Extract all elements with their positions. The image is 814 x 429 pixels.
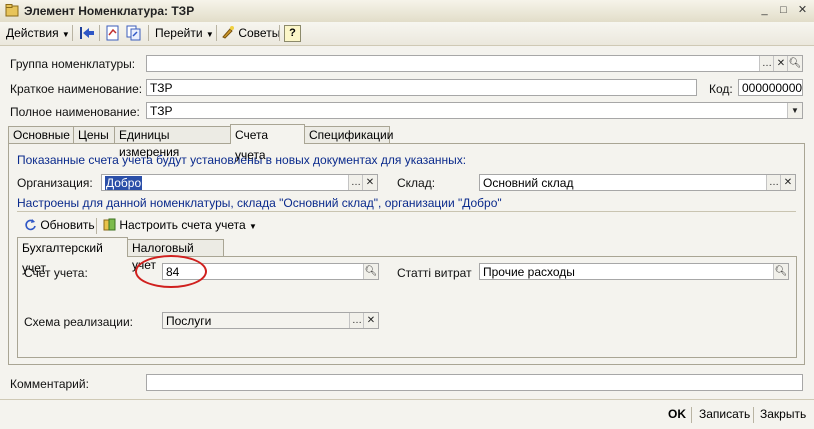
toolbar-divider <box>72 25 73 41</box>
tab-main[interactable]: Основные <box>8 126 74 143</box>
warehouse-label: Склад: <box>397 176 436 190</box>
tab-accounts[interactable]: Счета учета <box>230 124 305 162</box>
select-ellipsis-button[interactable]: … <box>759 56 774 71</box>
clear-icon[interactable]: ✕ <box>780 175 795 190</box>
minimize-button[interactable]: _ <box>756 3 773 18</box>
expense-field[interactable]: Прочие расходы 🔍︎ <box>479 263 789 280</box>
tab-units[interactable]: Единицы измерения <box>114 126 231 159</box>
select-ellipsis-button[interactable]: … <box>349 313 364 328</box>
code-field[interactable]: 00000000033 <box>738 79 803 96</box>
short-name-label: Краткое наименование: <box>10 82 143 96</box>
search-icon[interactable]: 🔍︎ <box>363 264 378 279</box>
scheme-value: Послуги <box>166 314 212 328</box>
save-button[interactable]: Записать <box>699 407 750 421</box>
configure-accounts-button[interactable]: Настроить счета учета ▼ <box>103 218 257 232</box>
settings-note: Настроены для данной номенклатуры, склад… <box>17 196 502 210</box>
group-field[interactable]: … ✕ 🔍︎ <box>146 55 803 72</box>
window: Элемент Номенклатура: ТЗР _ □ ✕ Действия… <box>0 0 814 429</box>
tab-prices[interactable]: Цены <box>73 126 115 143</box>
clear-icon[interactable]: ✕ <box>362 175 377 190</box>
close-button[interactable]: Закрыть <box>760 407 806 421</box>
scheme-label: Схема реализации: <box>24 315 133 329</box>
tips-label: Советы <box>238 26 281 40</box>
refresh-label: Обновить <box>40 218 95 232</box>
warehouse-field[interactable]: Основний склад … ✕ <box>479 174 796 191</box>
org-field[interactable]: Добро … ✕ <box>101 174 378 191</box>
document-edit-icon[interactable] <box>105 25 121 41</box>
clear-icon[interactable]: ✕ <box>773 56 788 71</box>
select-ellipsis-button[interactable]: … <box>348 175 363 190</box>
back-arrow-icon[interactable] <box>79 25 95 41</box>
comment-label: Комментарий: <box>10 377 89 391</box>
search-icon[interactable]: 🔍︎ <box>773 264 788 279</box>
full-name-value: ТЗР <box>150 104 173 118</box>
window-title: Элемент Номенклатура: ТЗР <box>24 4 195 18</box>
code-value: 00000000033 <box>742 81 803 95</box>
tab-accounting[interactable]: Бухгалтерский учет <box>17 237 128 275</box>
ok-button[interactable]: OK <box>668 407 686 421</box>
group-label: Группа номенклатуры: <box>10 57 136 71</box>
goto-label: Перейти <box>155 26 203 40</box>
help-button[interactable]: ? <box>284 25 301 42</box>
org-value: Добро <box>105 176 143 190</box>
expense-label: Статті витрат <box>397 266 472 280</box>
footer-bar: OK Записать Закрыть <box>0 399 814 429</box>
full-name-field[interactable]: ТЗР ▼ <box>146 102 803 119</box>
toolbar-divider <box>279 25 280 41</box>
select-ellipsis-button[interactable]: … <box>766 175 781 190</box>
section-divider <box>17 211 796 212</box>
chevron-down-icon: ▼ <box>248 222 257 231</box>
configure-label: Настроить счета учета <box>119 218 246 232</box>
footer-divider <box>691 407 692 423</box>
toolbar-divider <box>96 218 97 234</box>
warehouse-value: Основний склад <box>483 176 574 190</box>
org-label: Организация: <box>17 176 93 190</box>
toolbar-divider <box>148 25 149 41</box>
tips-button[interactable]: Советы <box>221 24 280 42</box>
clear-icon[interactable]: ✕ <box>363 313 378 328</box>
tab-specifications[interactable]: Спецификации <box>304 126 393 143</box>
footer-divider <box>753 407 754 423</box>
tips-icon <box>222 26 234 39</box>
maximize-button[interactable]: □ <box>775 3 792 18</box>
short-name-field[interactable]: ТЗР <box>146 79 697 96</box>
chevron-down-icon: ▼ <box>61 30 70 39</box>
refresh-button[interactable]: Обновить <box>24 218 95 232</box>
tab-tax[interactable]: Налоговый учет <box>127 239 224 272</box>
refresh-docs-icon[interactable] <box>126 25 142 41</box>
close-window-button[interactable]: ✕ <box>794 3 811 18</box>
comment-field[interactable] <box>146 374 803 391</box>
toolbar-divider <box>99 25 100 41</box>
actions-menu-button[interactable]: Действия ▼ <box>6 24 70 42</box>
search-icon[interactable]: 🔍︎ <box>787 56 802 71</box>
code-label: Код: <box>709 82 733 96</box>
goto-menu-button[interactable]: Перейти ▼ <box>155 24 214 42</box>
refresh-icon <box>25 219 36 231</box>
annotation-ellipse <box>135 255 207 288</box>
scheme-field[interactable]: Послуги … ✕ <box>162 312 379 329</box>
short-name-value: ТЗР <box>150 81 173 95</box>
toolbar-divider <box>216 25 217 41</box>
expense-value: Прочие расходы <box>483 265 575 279</box>
chevron-down-icon: ▼ <box>205 30 214 39</box>
full-name-label: Полное наименование: <box>10 105 140 119</box>
actions-label: Действия <box>6 26 59 40</box>
title-bar: Элемент Номенклатура: ТЗР _ □ ✕ <box>0 0 814 23</box>
toolbar: Действия ▼ Перейти ▼ Советы ? <box>0 22 814 46</box>
catalog-icon <box>5 4 19 17</box>
ledger-icon <box>103 218 116 231</box>
chevron-down-icon[interactable]: ▼ <box>787 103 802 118</box>
